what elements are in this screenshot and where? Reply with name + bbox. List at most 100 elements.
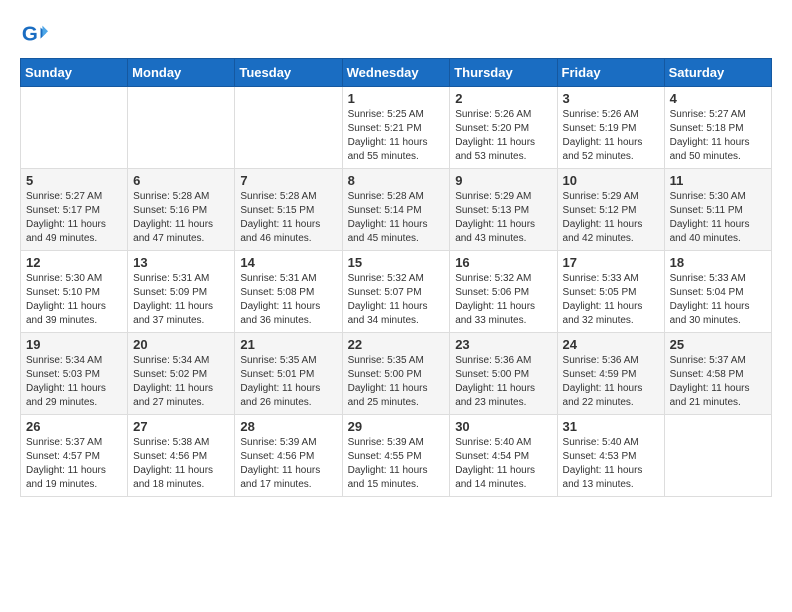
day-number: 24: [563, 337, 659, 352]
day-number: 27: [133, 419, 229, 434]
page-header: G: [20, 20, 772, 48]
calendar-cell: 15 Sunrise: 5:32 AMSunset: 5:07 PMDayligh…: [342, 251, 450, 333]
calendar-cell: 25 Sunrise: 5:37 AMSunset: 4:58 PMDayligh…: [664, 333, 771, 415]
calendar-cell: 10 Sunrise: 5:29 AMSunset: 5:12 PMDayligh…: [557, 169, 664, 251]
calendar-cell: 7 Sunrise: 5:28 AMSunset: 5:15 PMDaylight…: [235, 169, 342, 251]
calendar-cell: 31 Sunrise: 5:40 AMSunset: 4:53 PMDayligh…: [557, 415, 664, 497]
calendar-cell: 29Sunrise: 5:39 AMSunset: 4:55 PMDayligh…: [342, 415, 450, 497]
day-info: Sunrise: 5:28 AMSunset: 5:15 PMDaylight:…: [240, 190, 336, 246]
day-info: Sunrise: 5:37 AMSunset: 4:57 PMDaylight:…: [26, 436, 122, 492]
day-info: Sunrise: 5:28 AMSunset: 5:16 PMDaylight:…: [133, 190, 229, 246]
day-info: Sunrise: 5:26 AMSunset: 5:20 PMDaylight:…: [455, 108, 551, 164]
calendar-cell: 24 Sunrise: 5:36 AMSunset: 4:59 PMDayligh…: [557, 333, 664, 415]
day-number: 7: [240, 173, 336, 188]
day-number: 14: [240, 255, 336, 270]
day-number: 19: [26, 337, 122, 352]
day-info: Sunrise: 5:32 AMSunset: 5:07 PMDaylight:…: [348, 272, 445, 328]
day-number: 16: [455, 255, 551, 270]
day-number: 30: [455, 419, 551, 434]
day-number: 25: [670, 337, 766, 352]
calendar-cell: 2 Sunrise: 5:26 AMSunset: 5:20 PMDaylight…: [450, 87, 557, 169]
calendar-cell: 26 Sunrise: 5:37 AMSunset: 4:57 PMDayligh…: [21, 415, 128, 497]
day-info: Sunrise: 5:39 AMSunset: 4:55 PMDaylight:…: [348, 436, 445, 492]
calendar-cell: 17 Sunrise: 5:33 AMSunset: 5:05 PMDayligh…: [557, 251, 664, 333]
calendar-cell: 4 Sunrise: 5:27 AMSunset: 5:18 PMDaylight…: [664, 87, 771, 169]
day-info: Sunrise: 5:40 AMSunset: 4:54 PMDaylight:…: [455, 436, 551, 492]
day-info: Sunrise: 5:27 AMSunset: 5:18 PMDaylight:…: [670, 108, 766, 164]
calendar-cell: 5Sunrise: 5:27 AMSunset: 5:17 PMDaylight…: [21, 169, 128, 251]
calendar-cell: 6 Sunrise: 5:28 AMSunset: 5:16 PMDaylight…: [128, 169, 235, 251]
calendar-cell: [21, 87, 128, 169]
calendar-cell: 28Sunrise: 5:39 AMSunset: 4:56 PMDayligh…: [235, 415, 342, 497]
day-number: 12: [26, 255, 122, 270]
day-info: Sunrise: 5:29 AMSunset: 5:12 PMDaylight:…: [563, 190, 659, 246]
day-info: Sunrise: 5:39 AMSunset: 4:56 PMDaylight:…: [240, 436, 336, 492]
day-info: Sunrise: 5:29 AMSunset: 5:13 PMDaylight:…: [455, 190, 551, 246]
day-info: Sunrise: 5:26 AMSunset: 5:19 PMDaylight:…: [563, 108, 659, 164]
day-info: Sunrise: 5:28 AMSunset: 5:14 PMDaylight:…: [348, 190, 445, 246]
day-number: 15: [348, 255, 445, 270]
calendar-table: SundayMondayTuesdayWednesdayThursdayFrid…: [20, 58, 772, 497]
day-info: Sunrise: 5:25 AMSunset: 5:21 PMDaylight:…: [348, 108, 445, 164]
calendar-week-row: 19 Sunrise: 5:34 AMSunset: 5:03 PMDayligh…: [21, 333, 772, 415]
logo: G: [20, 20, 52, 48]
calendar-cell: 13Sunrise: 5:31 AMSunset: 5:09 PMDayligh…: [128, 251, 235, 333]
weekday-header: Saturday: [664, 59, 771, 87]
day-number: 3: [563, 91, 659, 106]
calendar-cell: 12 Sunrise: 5:30 AMSunset: 5:10 PMDayligh…: [21, 251, 128, 333]
day-number: 8: [348, 173, 445, 188]
day-info: Sunrise: 5:36 AMSunset: 5:00 PMDaylight:…: [455, 354, 551, 410]
day-number: 10: [563, 173, 659, 188]
day-number: 1: [348, 91, 445, 106]
calendar-cell: 22 Sunrise: 5:35 AMSunset: 5:00 PMDayligh…: [342, 333, 450, 415]
day-info: Sunrise: 5:31 AMSunset: 5:08 PMDaylight:…: [240, 272, 336, 328]
calendar-cell: 19 Sunrise: 5:34 AMSunset: 5:03 PMDayligh…: [21, 333, 128, 415]
day-number: 20: [133, 337, 229, 352]
day-info: Sunrise: 5:30 AMSunset: 5:10 PMDaylight:…: [26, 272, 122, 328]
day-number: 31: [563, 419, 659, 434]
day-info: Sunrise: 5:40 AMSunset: 4:53 PMDaylight:…: [563, 436, 659, 492]
weekday-header: Friday: [557, 59, 664, 87]
day-info: Sunrise: 5:30 AMSunset: 5:11 PMDaylight:…: [670, 190, 766, 246]
calendar-header-row: SundayMondayTuesdayWednesdayThursdayFrid…: [21, 59, 772, 87]
day-number: 22: [348, 337, 445, 352]
day-info: Sunrise: 5:38 AMSunset: 4:56 PMDaylight:…: [133, 436, 229, 492]
day-number: 23: [455, 337, 551, 352]
weekday-header: Sunday: [21, 59, 128, 87]
logo-icon: G: [20, 20, 48, 48]
day-number: 26: [26, 419, 122, 434]
day-info: Sunrise: 5:33 AMSunset: 5:04 PMDaylight:…: [670, 272, 766, 328]
day-number: 2: [455, 91, 551, 106]
day-info: Sunrise: 5:33 AMSunset: 5:05 PMDaylight:…: [563, 272, 659, 328]
calendar-week-row: 5Sunrise: 5:27 AMSunset: 5:17 PMDaylight…: [21, 169, 772, 251]
calendar-cell: 21 Sunrise: 5:35 AMSunset: 5:01 PMDayligh…: [235, 333, 342, 415]
calendar-cell: 30 Sunrise: 5:40 AMSunset: 4:54 PMDayligh…: [450, 415, 557, 497]
day-info: Sunrise: 5:35 AMSunset: 5:01 PMDaylight:…: [240, 354, 336, 410]
calendar-cell: 27 Sunrise: 5:38 AMSunset: 4:56 PMDayligh…: [128, 415, 235, 497]
day-number: 4: [670, 91, 766, 106]
weekday-header: Monday: [128, 59, 235, 87]
calendar-cell: 1 Sunrise: 5:25 AMSunset: 5:21 PMDaylight…: [342, 87, 450, 169]
day-number: 17: [563, 255, 659, 270]
calendar-cell: 14 Sunrise: 5:31 AMSunset: 5:08 PMDayligh…: [235, 251, 342, 333]
day-number: 5: [26, 173, 122, 188]
calendar-cell: 11 Sunrise: 5:30 AMSunset: 5:11 PMDayligh…: [664, 169, 771, 251]
calendar-cell: 3 Sunrise: 5:26 AMSunset: 5:19 PMDaylight…: [557, 87, 664, 169]
day-info: Sunrise: 5:34 AMSunset: 5:03 PMDaylight:…: [26, 354, 122, 410]
day-info: Sunrise: 5:36 AMSunset: 4:59 PMDaylight:…: [563, 354, 659, 410]
day-info: Sunrise: 5:35 AMSunset: 5:00 PMDaylight:…: [348, 354, 445, 410]
weekday-header: Tuesday: [235, 59, 342, 87]
calendar-week-row: 1 Sunrise: 5:25 AMSunset: 5:21 PMDaylight…: [21, 87, 772, 169]
calendar-week-row: 12 Sunrise: 5:30 AMSunset: 5:10 PMDayligh…: [21, 251, 772, 333]
day-info: Sunrise: 5:37 AMSunset: 4:58 PMDaylight:…: [670, 354, 766, 410]
calendar-cell: 20 Sunrise: 5:34 AMSunset: 5:02 PMDayligh…: [128, 333, 235, 415]
day-number: 21: [240, 337, 336, 352]
calendar-cell: 18 Sunrise: 5:33 AMSunset: 5:04 PMDayligh…: [664, 251, 771, 333]
calendar-week-row: 26 Sunrise: 5:37 AMSunset: 4:57 PMDayligh…: [21, 415, 772, 497]
day-number: 11: [670, 173, 766, 188]
day-number: 18: [670, 255, 766, 270]
day-info: Sunrise: 5:32 AMSunset: 5:06 PMDaylight:…: [455, 272, 551, 328]
svg-text:G: G: [22, 23, 38, 46]
day-number: 6: [133, 173, 229, 188]
day-info: Sunrise: 5:34 AMSunset: 5:02 PMDaylight:…: [133, 354, 229, 410]
